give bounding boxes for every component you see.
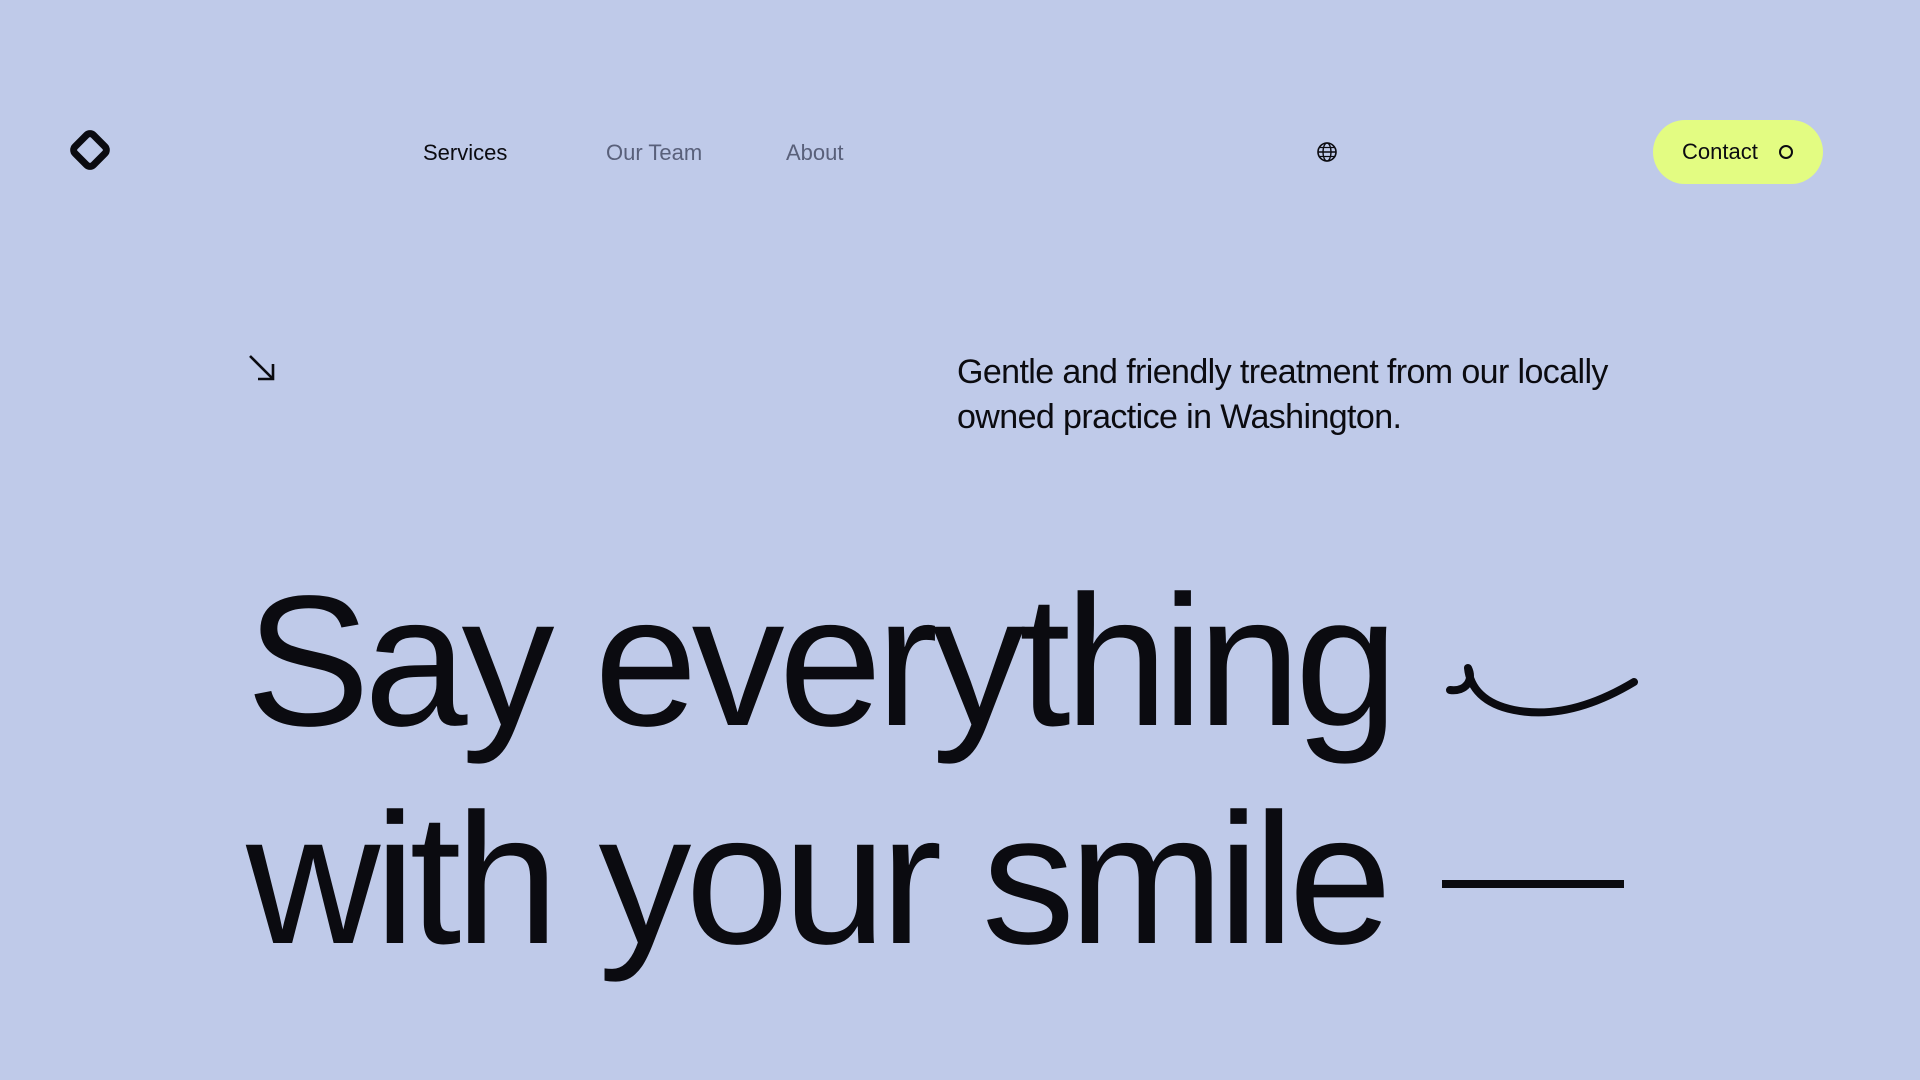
nav-link-our-team[interactable]: Our Team (606, 138, 702, 168)
tagline: Gentle and friendly treatment from our l… (957, 353, 1608, 436)
nav-link-services[interactable]: Services (423, 138, 507, 168)
smile-curve-icon (1446, 664, 1638, 717)
nav-link-about[interactable]: About (786, 138, 844, 168)
circle-icon (1779, 145, 1793, 159)
globe-icon[interactable] (1316, 141, 1338, 163)
diamond-logo-icon[interactable] (66, 126, 114, 174)
dash-line-icon (1442, 880, 1624, 888)
contact-button-label: Contact (1682, 139, 1758, 164)
arrow-down-right-icon (249, 355, 275, 381)
hero-headline-line-1: Say everything (246, 558, 1398, 765)
hero-headline-line-2: with your smile (246, 776, 1392, 983)
landing-page: Services Our Team About Contact Gentle a… (0, 0, 1920, 1080)
contact-button[interactable]: Contact (1653, 120, 1823, 184)
